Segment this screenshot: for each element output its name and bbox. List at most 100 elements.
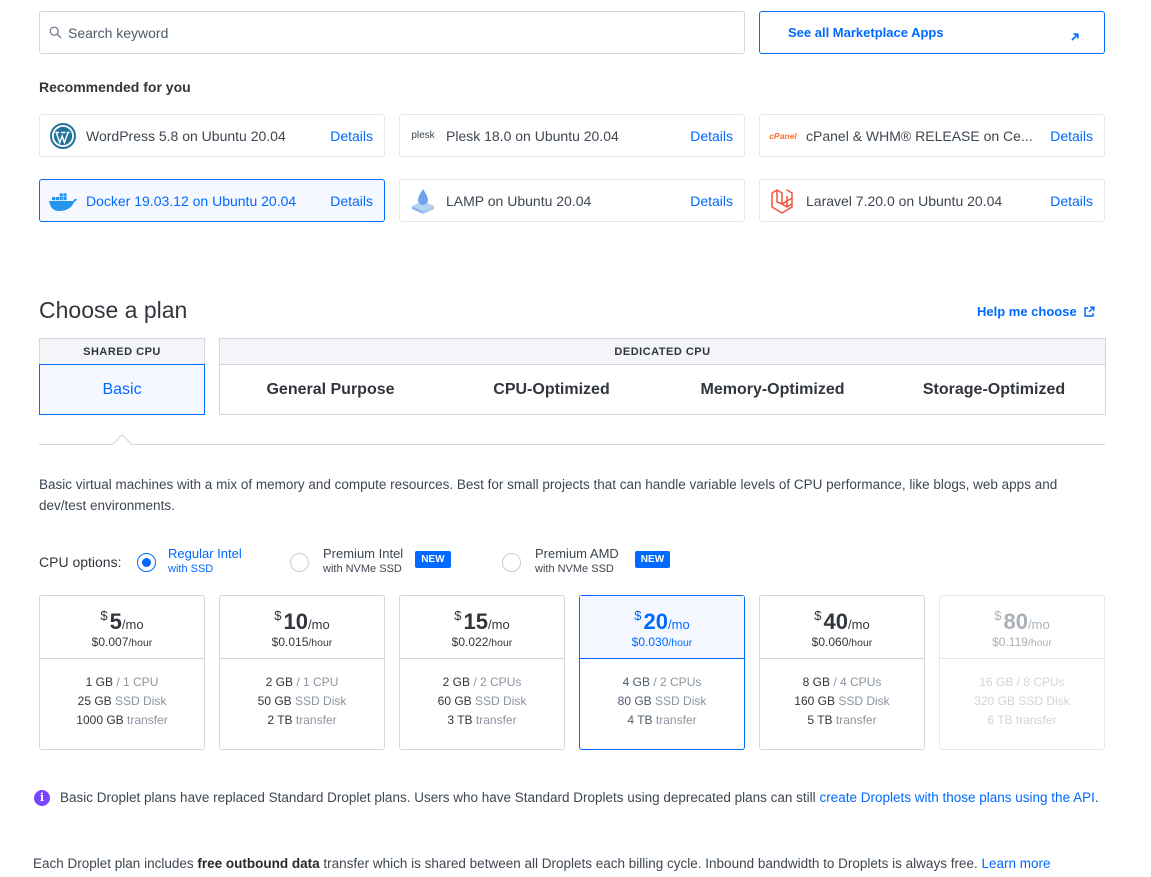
hourly-price: $0.119 <box>992 635 1028 649</box>
option-label: Regular Intel <box>168 546 242 561</box>
hour-unit: /hour <box>128 637 153 649</box>
choose-plan-title: Choose a plan <box>39 297 188 323</box>
hourly-price: $0.060 <box>811 635 849 649</box>
help-link-label: Help me choose <box>977 304 1077 319</box>
disk-unit: SSD Disk <box>115 694 167 708</box>
see-all-marketplace-apps-button[interactable]: See all Marketplace Apps <box>759 11 1105 54</box>
hour-unit: /hour <box>1027 637 1052 649</box>
disk: 80 GB <box>617 694 652 708</box>
price-card-80: $80/mo $0.119/hour 16 GB / 8 CPUs 320 GB… <box>939 595 1105 750</box>
radio-premium-amd[interactable] <box>502 553 521 572</box>
hour-unit: /hour <box>488 637 513 649</box>
transfer: 6 TB <box>987 713 1013 727</box>
details-link[interactable]: Details <box>1050 193 1093 209</box>
app-name: LAMP on Ubuntu 20.04 <box>446 192 592 209</box>
price-amount: 40 <box>823 609 849 634</box>
currency: $ <box>634 608 642 623</box>
price-amount: 10 <box>283 609 309 634</box>
transfer: 2 TB <box>267 713 293 727</box>
price-card-20[interactable]: $20/mo $0.030/hour 4 GB / 2 CPUs 80 GB S… <box>579 595 745 750</box>
details-link[interactable]: Details <box>1050 128 1093 144</box>
price-card-5[interactable]: $5/mo $0.007/hour 1 GB / 1 CPU 25 GB SSD… <box>39 595 205 750</box>
cpu-options-label: CPU options: <box>39 554 122 570</box>
laravel-logo-icon <box>768 186 798 216</box>
price-period: /mo <box>121 617 144 632</box>
radio-premium-intel[interactable] <box>290 553 309 572</box>
app-card-wordpress[interactable]: WordPress 5.8 on Ubuntu 20.04 Details <box>39 114 385 157</box>
cpu-option-regular-intel[interactable]: Regular Intel with SSD <box>137 546 242 575</box>
memory: 1 GB <box>85 675 113 689</box>
cpu-count: / 2 CPUs <box>473 675 522 689</box>
memory: 4 GB <box>622 675 650 689</box>
marketplace-button-label: See all Marketplace Apps <box>788 25 944 40</box>
option-sublabel: with SSD <box>168 563 214 575</box>
app-card-lamp[interactable]: LAMP on Ubuntu 20.04 Details <box>399 179 745 222</box>
option-label: Premium Intel <box>323 546 404 561</box>
app-card-docker[interactable]: Docker 19.03.12 on Ubuntu 20.04 Details <box>39 179 385 222</box>
disk: 50 GB <box>257 694 292 708</box>
currency: $ <box>100 608 108 623</box>
memory: 2 GB <box>442 675 470 689</box>
transfer-unit: transfer <box>475 713 517 727</box>
tab-memory-optimized[interactable]: Memory-Optimized <box>662 364 884 415</box>
info-icon: i <box>34 790 50 806</box>
currency: $ <box>994 608 1002 623</box>
price-period: /mo <box>1028 617 1050 632</box>
app-card-laravel[interactable]: Laravel 7.20.0 on Ubuntu 20.04 Details <box>759 179 1105 222</box>
details-link[interactable]: Details <box>690 128 733 144</box>
cpanel-logo-icon: cPanel <box>769 130 797 141</box>
disk-unit: SSD Disk <box>475 694 527 708</box>
transfer-unit: transfer <box>127 713 168 727</box>
new-badge: NEW <box>415 551 451 568</box>
tab-storage-optimized[interactable]: Storage-Optimized <box>883 364 1106 415</box>
disk-unit: SSD Disk <box>655 694 707 708</box>
currency: $ <box>814 608 822 623</box>
app-card-plesk[interactable]: plesk Plesk 18.0 on Ubuntu 20.04 Details <box>399 114 745 157</box>
info-notice: i Basic Droplet plans have replaced Stan… <box>34 788 1106 808</box>
hourly-price: $0.007 <box>91 635 129 649</box>
info-text: Basic Droplet plans have replaced Standa… <box>60 790 1099 805</box>
price-amount: 5 <box>109 609 122 634</box>
price-amount: 20 <box>643 609 669 634</box>
learn-more-link[interactable]: Learn more <box>981 856 1050 871</box>
disk: 60 GB <box>437 694 472 708</box>
memory: 16 GB <box>979 675 1014 689</box>
recommended-title: Recommended for you <box>39 79 191 95</box>
hour-unit: /hour <box>308 637 333 649</box>
disk: 160 GB <box>794 694 835 708</box>
cpu-option-premium-intel[interactable]: Premium Intel with NVMe SSD NEW <box>290 546 451 575</box>
option-label: Premium AMD <box>535 546 619 561</box>
tab-basic[interactable]: Basic <box>39 364 205 415</box>
tab-cpu-optimized[interactable]: CPU-Optimized <box>441 364 663 415</box>
price-amount: 80 <box>1003 609 1029 634</box>
details-link[interactable]: Details <box>330 128 373 144</box>
external-link-icon <box>1084 306 1095 317</box>
radio-regular-intel[interactable] <box>137 553 156 572</box>
transfer: 5 TB <box>807 713 833 727</box>
app-name: Docker 19.03.12 on Ubuntu 20.04 <box>86 192 297 209</box>
disk-unit: SSD Disk <box>838 694 890 708</box>
search-icon <box>49 26 62 39</box>
lamp-logo-icon <box>408 186 438 216</box>
new-badge: NEW <box>634 551 671 568</box>
search-input[interactable] <box>68 24 708 41</box>
app-card-cpanel[interactable]: cPanel cPanel & WHM® RELEASE on Ce... De… <box>759 114 1105 157</box>
price-period: /mo <box>848 617 870 632</box>
details-link[interactable]: Details <box>690 193 733 209</box>
disk: 25 GB <box>77 694 112 708</box>
tab-general-purpose[interactable]: General Purpose <box>219 364 442 415</box>
currency: $ <box>274 608 282 623</box>
help-me-choose-link[interactable]: Help me choose <box>977 304 1095 319</box>
price-card-10[interactable]: $10/mo $0.015/hour 2 GB / 1 CPU 50 GB SS… <box>219 595 385 750</box>
hourly-price: $0.015 <box>271 635 309 649</box>
details-link[interactable]: Details <box>330 193 373 209</box>
create-droplets-api-link[interactable]: create Droplets with those plans using t… <box>819 790 1094 805</box>
price-card-40[interactable]: $40/mo $0.060/hour 8 GB / 4 CPUs 160 GB … <box>759 595 925 750</box>
cpu-option-premium-amd[interactable]: Premium AMD with NVMe SSD NEW <box>502 546 671 575</box>
app-name: Plesk 18.0 on Ubuntu 20.04 <box>446 127 619 144</box>
cpu-count: / 1 CPU <box>296 675 339 689</box>
external-arrow-icon <box>1071 32 1079 41</box>
dedicated-cpu-label: DEDICATED CPU <box>219 338 1106 364</box>
search-box[interactable] <box>39 11 745 54</box>
price-card-15[interactable]: $15/mo $0.022/hour 2 GB / 2 CPUs 60 GB S… <box>399 595 565 750</box>
